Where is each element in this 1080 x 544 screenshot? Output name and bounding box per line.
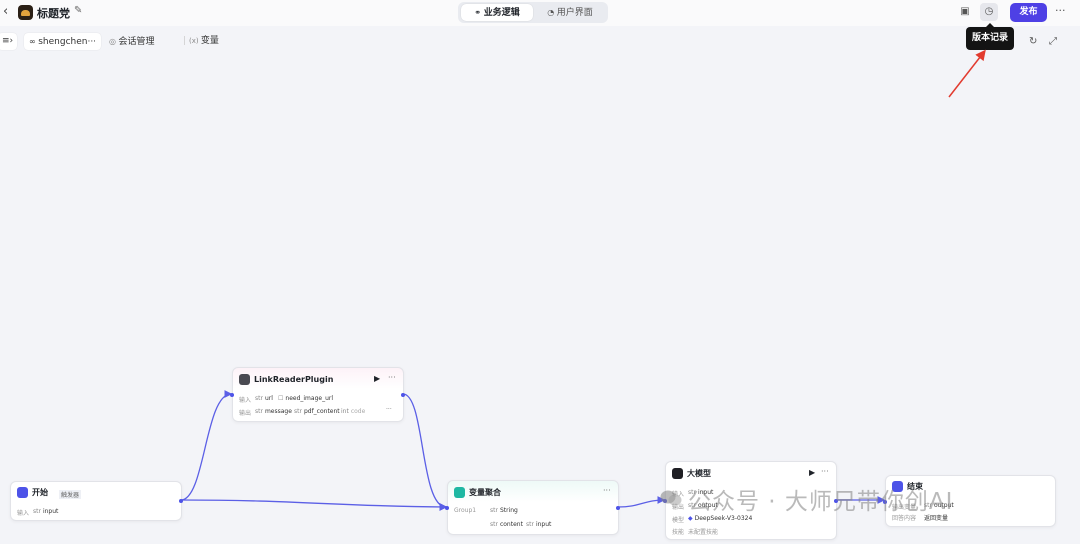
node-title: LinkReaderPlugin (254, 375, 334, 384)
trigger-badge: 触发器 (59, 490, 82, 499)
edge-start-aggregate (180, 499, 448, 511)
annotation-arrow (948, 49, 986, 98)
model-value: ◆ DeepSeek-V3-0324 (688, 515, 753, 522)
output-tag: str pdf_content (294, 408, 340, 415)
node-title: 变量聚合 (469, 488, 501, 497)
input-label: 输入 (17, 510, 30, 517)
input-port[interactable] (230, 393, 234, 397)
group-item-tag: str content (490, 521, 523, 528)
wechat-icon (660, 490, 682, 506)
output-tag: str message (255, 408, 292, 415)
skill-label: 技能 (672, 529, 685, 536)
watermark-text: 公众号 · 大师兄带你创AI (688, 489, 954, 515)
start-node[interactable]: 开始 触发器 输入 str input (10, 481, 183, 521)
edge-plugin-aggregate (402, 393, 448, 511)
input-label: 输入 (239, 397, 252, 404)
run-icon[interactable]: ▶ (374, 374, 380, 383)
workflow-edges (180, 49, 986, 511)
edge-start-plugin (180, 390, 233, 501)
output-tag: int code (341, 408, 366, 415)
variable-aggregate-node[interactable]: 变量聚合 ··· Group1 str String str content str… (445, 480, 620, 535)
group-label: Group1 (454, 507, 477, 514)
output-port[interactable] (401, 393, 405, 397)
plugin-icon (239, 374, 250, 385)
output-label: 输出 (239, 410, 252, 417)
more-outputs-icon[interactable]: ··· (386, 406, 392, 413)
aggregate-icon (454, 487, 465, 498)
input-tag: str input (33, 508, 59, 515)
run-icon[interactable]: ▶ (809, 468, 815, 477)
input-port[interactable] (445, 506, 449, 510)
more-icon[interactable]: ··· (603, 486, 611, 495)
group-item-tag: str input (526, 521, 552, 528)
more-icon[interactable]: ··· (388, 373, 396, 382)
input-tag: str url (255, 395, 273, 402)
output-port[interactable] (616, 506, 620, 510)
skill-value: 未配置技能 (688, 529, 719, 536)
node-title: 开始 (32, 488, 48, 497)
start-icon (17, 487, 28, 498)
output-port[interactable] (179, 499, 183, 503)
model-label: 模型 (672, 517, 685, 524)
plugin-node[interactable]: LinkReaderPlugin ▶ ··· 输入 str url ☐ need_i… (230, 367, 405, 422)
input-tag: ☐ need_image_url (278, 395, 334, 402)
more-icon[interactable]: ··· (821, 467, 829, 476)
group-type-tag: str String (490, 507, 518, 514)
node-title: 大模型 (687, 469, 711, 478)
llm-icon (672, 468, 683, 479)
edge-aggregate-llm (617, 496, 666, 508)
